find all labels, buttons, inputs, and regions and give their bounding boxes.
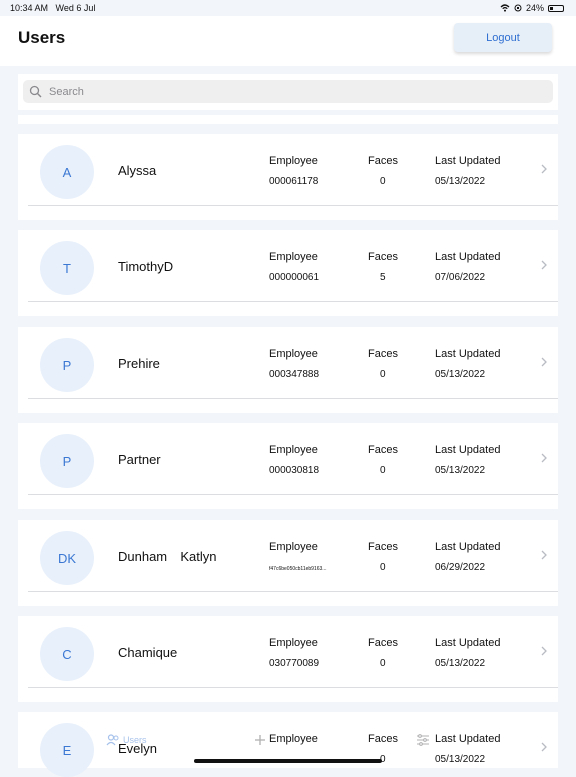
faces-count: 0: [380, 369, 386, 380]
faces-label: Faces: [368, 155, 398, 167]
last-updated-label: Last Updated: [435, 348, 501, 360]
employee-id: 030770089: [269, 658, 320, 669]
list-header-strip: [18, 115, 558, 124]
faces-count: 5: [380, 272, 386, 283]
status-time: 10:34 AM: [10, 3, 49, 13]
employee-id: 000000061: [269, 272, 320, 283]
avatar: C: [40, 627, 94, 681]
avatar: P: [40, 434, 94, 488]
employee-label: Employee: [269, 251, 318, 263]
last-updated-date: 05/13/2022: [435, 369, 486, 380]
row-divider: [28, 301, 558, 302]
employee-label: Employee: [269, 444, 318, 456]
chevron-right-icon: [541, 453, 547, 463]
row-divider: [28, 398, 558, 399]
row-divider: [28, 687, 558, 688]
wifi-icon: [500, 4, 510, 12]
faces-count: 0: [380, 658, 386, 669]
faces-label: Faces: [368, 444, 398, 456]
row-divider: [28, 591, 558, 592]
chevron-right-icon: [541, 164, 547, 174]
employee-label: Employee: [269, 348, 318, 360]
faces-count: 0: [380, 465, 386, 476]
tab-users-label: Users: [123, 735, 147, 745]
orientation-lock-icon: [514, 4, 522, 12]
user-row[interactable]: T TimothyD Employee 000000061 Faces 5 La…: [18, 230, 558, 316]
user-row[interactable]: P Partner Employee 000030818 Faces 0 Las…: [18, 423, 558, 509]
faces-label: Faces: [368, 251, 398, 263]
user-name: Partner: [118, 452, 161, 467]
user-name: Chamique: [118, 645, 178, 660]
avatar: A: [40, 145, 94, 199]
battery-icon: [548, 4, 564, 12]
employee-id: 000030818: [269, 465, 320, 476]
status-bar: 10:34 AM Wed 6 Jul 24%: [0, 0, 576, 16]
avatar: T: [40, 241, 94, 295]
header: Users Logout: [0, 16, 576, 66]
home-indicator[interactable]: [194, 759, 382, 763]
faces-label: Faces: [368, 348, 398, 360]
tab-users[interactable]: Users: [106, 734, 147, 746]
search-field[interactable]: [23, 80, 553, 103]
plus-icon: [255, 735, 265, 745]
search-bar: [18, 74, 558, 110]
employee-id: f47c6be050cb11eb9163...: [269, 566, 327, 572]
user-name: Prehire: [118, 356, 160, 371]
row-divider: [28, 494, 558, 495]
last-updated-date: 05/13/2022: [435, 465, 486, 476]
chevron-right-icon: [541, 646, 547, 656]
chevron-right-icon: [541, 357, 547, 367]
row-divider: [28, 205, 558, 206]
logout-button[interactable]: Logout: [454, 23, 552, 52]
user-row[interactable]: A Alyssa Employee 000061178 Faces 0 Last…: [18, 134, 558, 220]
user-name: Dunham Katlyn: [118, 549, 217, 564]
search-input[interactable]: [49, 84, 529, 99]
last-updated-label: Last Updated: [435, 251, 501, 263]
last-updated-date: 05/13/2022: [435, 176, 486, 187]
last-updated-label: Last Updated: [435, 541, 501, 553]
user-row[interactable]: P Prehire Employee 000347888 Faces 0 Las…: [18, 327, 558, 413]
faces-count: 0: [380, 562, 386, 573]
last-updated-label: Last Updated: [435, 155, 501, 167]
user-name: TimothyD: [118, 259, 174, 274]
user-row[interactable]: C Chamique Employee 030770089 Faces 0 La…: [18, 616, 558, 702]
last-updated-label: Last Updated: [435, 637, 501, 649]
last-updated-label: Last Updated: [435, 444, 501, 456]
employee-id: 000061178: [269, 176, 319, 187]
employee-id: 000347888: [269, 369, 320, 380]
faces-count: 0: [380, 176, 386, 187]
chevron-right-icon: [541, 260, 547, 270]
avatar: DK: [40, 531, 94, 585]
tab-add[interactable]: [254, 734, 266, 746]
status-date: Wed 6 Jul: [55, 3, 96, 13]
employee-label: Employee: [269, 637, 318, 649]
battery-percent: 24%: [525, 3, 544, 13]
tab-settings[interactable]: [416, 734, 430, 746]
user-name: Alyssa: [118, 163, 157, 178]
sliders-icon: [417, 734, 429, 746]
search-icon: [29, 85, 42, 98]
employee-label: Employee: [269, 541, 318, 553]
faces-label: Faces: [368, 637, 398, 649]
avatar: P: [40, 338, 94, 392]
user-row[interactable]: DK Dunham Katlyn Employee f47c6be050cb11…: [18, 520, 558, 606]
users-icon: [106, 734, 119, 746]
chevron-right-icon: [541, 550, 547, 560]
last-updated-date: 05/13/2022: [435, 658, 486, 669]
faces-label: Faces: [368, 541, 398, 553]
employee-label: Employee: [269, 155, 318, 167]
last-updated-date: 06/29/2022: [435, 562, 486, 573]
page-title: Users: [18, 28, 66, 47]
last-updated-date: 07/06/2022: [435, 272, 486, 283]
